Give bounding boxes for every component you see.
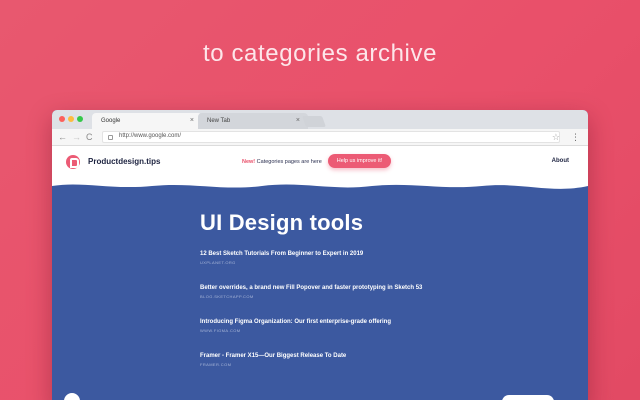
about-link[interactable]: About xyxy=(552,158,569,164)
hero-caption: to categories archive xyxy=(202,40,438,67)
announcement-badge: New! xyxy=(242,159,256,165)
article-source: WWW.FIGMA.COM xyxy=(200,328,241,333)
article-source: UXPLANET.ORG xyxy=(200,260,236,265)
back-arrow-icon[interactable]: ← xyxy=(58,131,67,143)
list-item[interactable]: Introducing Figma Organization: Our firs… xyxy=(200,319,560,333)
forward-arrow-icon[interactable]: → xyxy=(72,131,81,143)
tab-strip: Google × New Tab × xyxy=(52,110,588,129)
minimize-window-button[interactable] xyxy=(68,116,74,122)
browser-window: Google × New Tab × ← → C http://www.goog… xyxy=(52,110,588,400)
chat-bubble-button[interactable] xyxy=(64,393,80,400)
header-wave-divider xyxy=(52,180,588,189)
article-source: BLOG.SKETCHAPP.COM xyxy=(200,294,254,299)
bookmark-star-icon[interactable]: ☆ xyxy=(552,131,560,143)
help-improve-button[interactable]: Help us improve it! xyxy=(328,154,391,168)
close-window-button[interactable] xyxy=(59,116,65,122)
article-title[interactable]: Introducing Figma Organization: Our firs… xyxy=(200,319,560,325)
list-item[interactable]: Better overrides, a brand new Fill Popov… xyxy=(200,285,560,299)
tab-close-icon[interactable]: × xyxy=(190,117,194,124)
logo-icon[interactable] xyxy=(66,155,80,169)
new-tab-button[interactable] xyxy=(301,116,327,127)
article-title[interactable]: 12 Best Sketch Tutorials From Beginner t… xyxy=(200,251,560,257)
announcement-text: Categories pages are here xyxy=(255,159,322,165)
article-list-section: UI Design tools 12 Best Sketch Tutorials… xyxy=(200,210,560,387)
list-item[interactable]: 12 Best Sketch Tutorials From Beginner t… xyxy=(200,251,560,265)
url-text[interactable]: http://www.google.com/ xyxy=(119,133,181,139)
tab-label: Google xyxy=(101,118,121,124)
tab-close-icon[interactable]: × xyxy=(296,117,300,124)
site-header: Productdesign.tips New! Categories pages… xyxy=(52,146,588,182)
section-title: UI Design tools xyxy=(200,210,364,235)
list-item[interactable]: Framer - Framer X15—Our Biggest Release … xyxy=(200,353,560,367)
page-info-icon xyxy=(108,135,113,140)
article-title[interactable]: Better overrides, a brand new Fill Popov… xyxy=(200,285,560,291)
maximize-window-button[interactable] xyxy=(77,116,83,122)
address-bar[interactable]: http://www.google.com/ xyxy=(102,131,560,143)
tab-label: New Tab xyxy=(207,118,231,124)
tab-google[interactable]: Google × xyxy=(92,113,202,129)
announcement[interactable]: New! Categories pages are here xyxy=(242,159,322,165)
browser-toolbar: ← → C http://www.google.com/ ☆ ⋮ xyxy=(52,129,588,146)
article-source: FRAMER.COM xyxy=(200,362,232,367)
tab-new-tab[interactable]: New Tab × xyxy=(198,113,308,129)
article-title[interactable]: Framer - Framer X15—Our Biggest Release … xyxy=(200,353,560,359)
floating-pill-button[interactable] xyxy=(502,395,554,400)
browser-menu-icon[interactable]: ⋮ xyxy=(571,131,580,143)
reload-icon[interactable]: C xyxy=(86,131,93,143)
site-brand[interactable]: Productdesign.tips xyxy=(88,157,160,166)
